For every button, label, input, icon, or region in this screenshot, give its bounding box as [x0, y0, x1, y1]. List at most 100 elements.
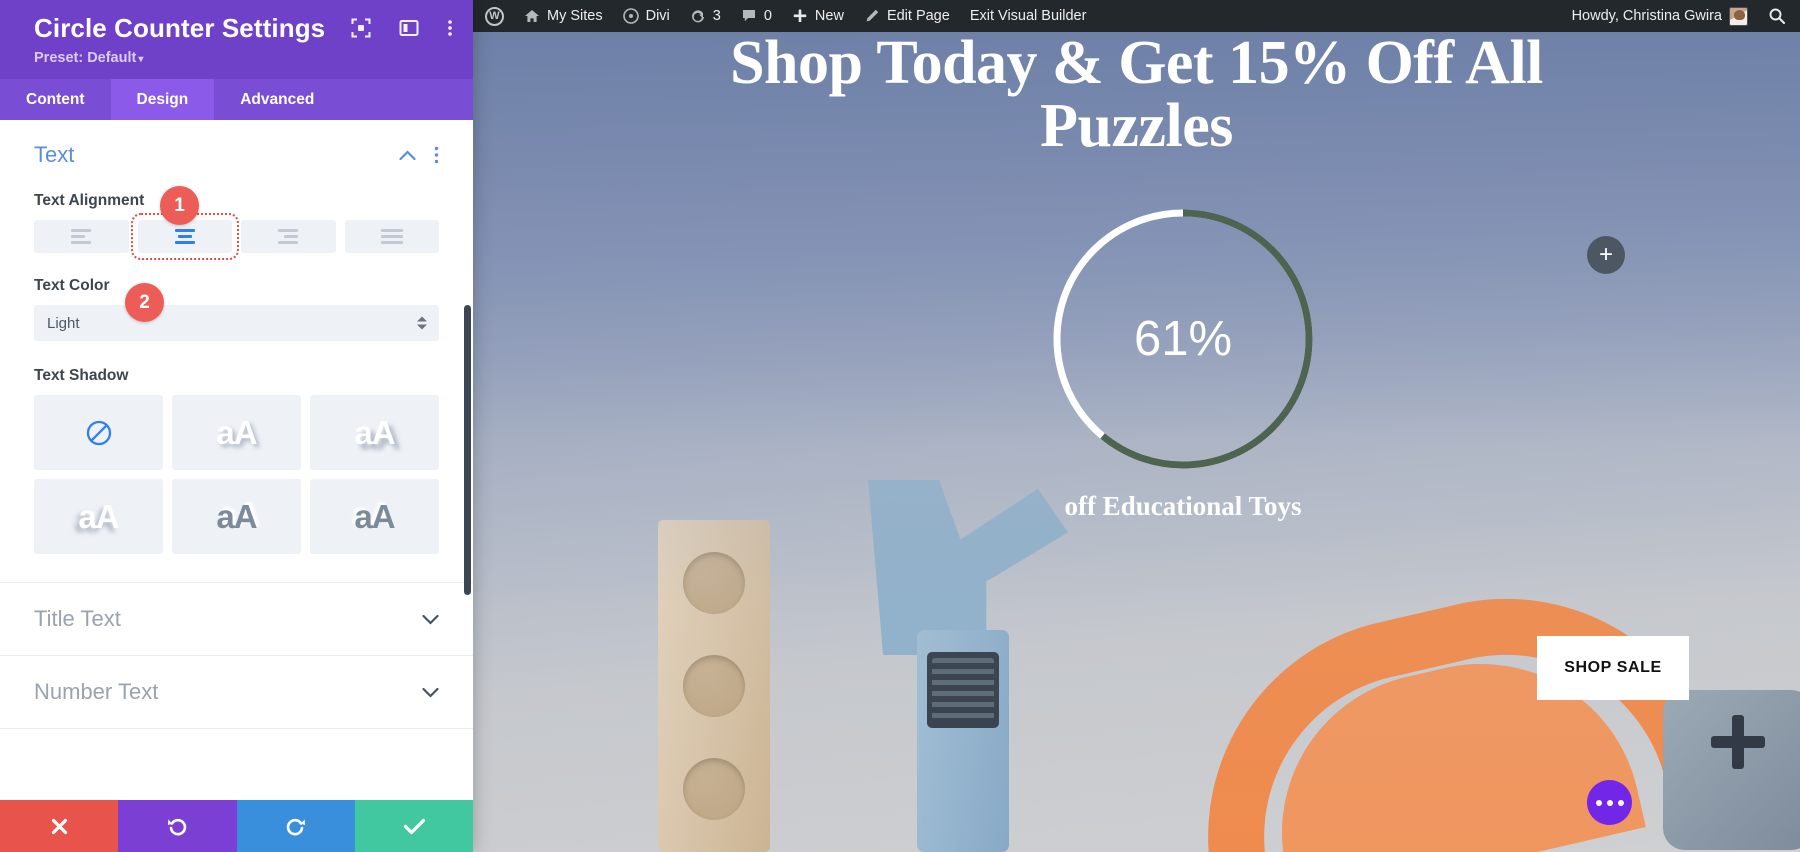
chevron-down-icon: ▾ — [138, 53, 144, 65]
shop-sale-label: SHOP SALE — [1564, 659, 1662, 676]
shadow-preview-text: aA — [216, 413, 257, 451]
text-alignment-field: Text Alignment — [0, 192, 473, 261]
focus-target-icon[interactable] — [351, 18, 371, 38]
section-divider — [0, 728, 473, 730]
checkmark-icon — [403, 818, 425, 834]
tab-content[interactable]: Content — [0, 79, 111, 120]
tab-design[interactable]: Design — [110, 79, 215, 121]
text-color-field: Text Color Light Dark — [0, 277, 473, 342]
text-color-select[interactable]: Light Dark — [34, 305, 439, 342]
chevron-up-icon[interactable] — [399, 150, 416, 161]
text-alignment-left-button[interactable] — [34, 220, 129, 254]
align-right-icon — [278, 229, 299, 245]
admin-bar-divi[interactable]: Divi — [613, 0, 680, 32]
module-settings-panel: Circle Counter Settings Preset: Default ▾ — [0, 0, 473, 852]
shop-sale-button[interactable]: SHOP SALE — [1537, 636, 1689, 700]
page-heading: Shop Today & Get 15% Off All Puzzles — [730, 29, 1543, 161]
undo-button[interactable] — [118, 800, 237, 852]
admin-bar-label: My Sites — [547, 8, 603, 24]
vertical-dots-icon[interactable] — [434, 146, 439, 164]
panel-header-icons — [351, 18, 453, 38]
panel-footer — [0, 800, 473, 852]
pencil-icon — [866, 9, 879, 22]
text-shadow-inner-up-button[interactable]: aA — [310, 479, 439, 555]
divi-icon — [622, 8, 639, 24]
updates-icon — [691, 10, 704, 23]
undo-icon — [168, 818, 187, 836]
panel-header: Circle Counter Settings Preset: Default ▾ — [0, 0, 473, 80]
admin-bar-account[interactable]: Howdy, Christina Gwira — [1560, 0, 1758, 32]
circle-counter-percent: 61% — [1133, 312, 1233, 366]
panel-tabs: Content Design Advanced — [0, 79, 473, 121]
app-root: Shop Today & Get 15% Off All Puzzles 61%… — [0, 0, 1800, 852]
redo-icon — [286, 818, 305, 836]
text-alignment-justify-button[interactable] — [344, 220, 439, 254]
text-color-label: Text Color — [34, 277, 110, 295]
admin-bar-label: 0 — [763, 8, 772, 24]
annotation-badge-1: 1 — [160, 186, 199, 225]
cancel-button[interactable] — [0, 800, 119, 852]
no-shadow-icon — [86, 420, 111, 445]
text-alignment-center-button[interactable] — [130, 213, 239, 261]
shadow-preview-text: aA — [78, 497, 119, 535]
plus-icon: + — [1598, 241, 1613, 268]
tab-label: Design — [136, 90, 189, 108]
align-left-icon — [71, 229, 92, 245]
add-module-button-left[interactable]: + — [1587, 236, 1625, 274]
section-title-text[interactable]: Title Text — [0, 583, 473, 655]
admin-bar-label: Edit Page — [886, 8, 950, 24]
wordpress-logo-icon — [485, 6, 504, 26]
vertical-dots-icon[interactable] — [447, 18, 453, 38]
admin-bar-label: Exit Visual Builder — [969, 8, 1087, 24]
panel-scrollbar[interactable] — [464, 305, 471, 596]
tab-label: Advanced — [240, 90, 315, 108]
text-alignment-options — [34, 213, 439, 261]
circle-counter-graphic: 61% — [1049, 205, 1317, 473]
admin-bar-exit-visual-builder[interactable]: Exit Visual Builder — [960, 0, 1097, 32]
comments-icon — [742, 10, 755, 22]
panel-layout-icon[interactable] — [399, 18, 419, 38]
text-alignment-right-button[interactable] — [241, 220, 336, 254]
text-shadow-soft-button[interactable]: aA — [172, 395, 301, 471]
visual-builder-stage: Shop Today & Get 15% Off All Puzzles 61%… — [473, 0, 1800, 852]
admin-bar-edit-page[interactable]: Edit Page — [854, 0, 960, 32]
text-shadow-medium-button[interactable]: aA — [310, 395, 439, 471]
text-alignment-label: Text Alignment — [34, 192, 145, 210]
chevron-down-icon[interactable] — [422, 614, 439, 625]
shadow-preview-text: aA — [354, 413, 395, 451]
tab-advanced[interactable]: Advanced — [214, 79, 340, 120]
module-options-button[interactable] — [1587, 780, 1632, 825]
chevron-down-icon[interactable] — [422, 687, 439, 698]
text-shadow-options: aA aA aA aA aA — [34, 395, 439, 555]
section-title: Text — [34, 142, 75, 168]
shadow-preview-text: aA — [354, 497, 395, 535]
admin-bar-right-group: Howdy, Christina Gwira — [1560, 0, 1800, 32]
wp-admin-bar: My Sites Divi 3 0 — [473, 0, 1800, 32]
badge-number: 1 — [174, 194, 185, 216]
admin-bar-my-sites[interactable]: My Sites — [514, 0, 613, 32]
align-justify-icon — [380, 229, 403, 245]
preset-label: Preset: Default — [34, 49, 137, 66]
align-center-icon — [174, 229, 195, 245]
admin-bar-wordpress-logo[interactable] — [473, 0, 514, 32]
admin-bar-updates[interactable]: 3 — [680, 0, 731, 32]
text-section-header[interactable]: Text — [0, 120, 473, 178]
admin-bar-comments[interactable]: 0 — [731, 0, 782, 32]
annotation-badge-2: 2 — [125, 283, 164, 322]
admin-bar-label: New — [814, 8, 844, 24]
admin-bar-new[interactable]: New — [782, 0, 854, 32]
home-icon — [525, 10, 539, 22]
badge-number: 2 — [139, 291, 150, 313]
circle-counter-module[interactable]: 61% off Educational Toys — [1033, 205, 1333, 522]
search-icon[interactable] — [1768, 7, 1786, 25]
redo-button[interactable] — [236, 800, 355, 852]
save-button[interactable] — [354, 800, 473, 852]
panel-preset-selector[interactable]: Preset: Default ▾ — [34, 50, 451, 67]
text-shadow-none-button[interactable] — [34, 395, 163, 471]
text-shadow-strong-button[interactable]: aA — [34, 479, 163, 555]
section-number-text[interactable]: Number Text — [0, 656, 473, 728]
panel-scroll-area: Text Text Alignment Text Color Light Tex… — [0, 120, 473, 800]
panel-body: Text Text Alignment Text Color Light Tex… — [0, 120, 473, 800]
dots-icon — [1606, 799, 1613, 806]
text-shadow-inner-down-button[interactable]: aA — [172, 479, 301, 555]
